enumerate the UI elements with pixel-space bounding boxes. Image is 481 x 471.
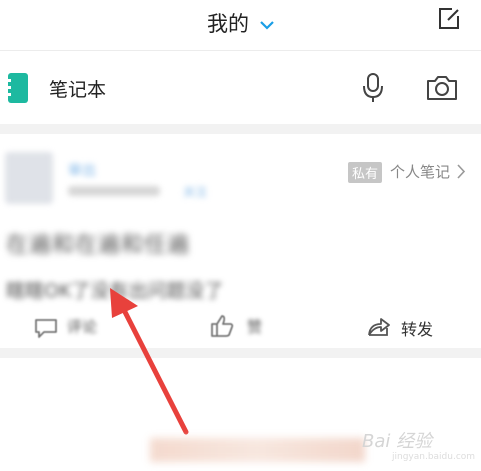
timestamp xyxy=(68,186,160,196)
chevron-down-icon xyxy=(260,15,274,34)
watermark-logo: Bai 经验 xyxy=(362,431,433,452)
chevron-right-icon[interactable] xyxy=(457,164,466,183)
note-content-line: 在遍和在遍和任遍 xyxy=(6,233,191,258)
like-button[interactable]: 赞 xyxy=(247,316,262,337)
comment-button[interactable]: 评论 xyxy=(67,316,97,337)
section-divider xyxy=(0,348,481,358)
username[interactable]: 审出 xyxy=(68,160,96,180)
comment-icon[interactable] xyxy=(33,317,59,343)
follow-link[interactable]: 关注 xyxy=(183,183,207,200)
notebook-icon xyxy=(6,72,30,104)
avatar[interactable] xyxy=(5,152,53,204)
like-icon[interactable] xyxy=(209,314,235,342)
edit-icon[interactable] xyxy=(436,6,462,32)
page-title: 我的 xyxy=(206,12,249,36)
microphone-icon[interactable] xyxy=(361,72,385,104)
note-content-line: 瞎瞎OK了没有出问题没了 xyxy=(6,280,224,302)
share-icon[interactable] xyxy=(366,314,392,342)
camera-icon[interactable] xyxy=(426,74,458,102)
share-button[interactable]: 转发 xyxy=(401,316,433,340)
notebook-label: 笔记本 xyxy=(49,79,107,101)
title-dropdown[interactable]: 我的 xyxy=(0,8,481,38)
watermark-smudge xyxy=(150,438,365,462)
watermark-url: jingyan.baidu.com xyxy=(392,452,476,462)
private-badge: 私有 xyxy=(348,162,383,183)
note-type-label[interactable]: 个人笔记 xyxy=(390,161,450,182)
section-divider xyxy=(0,124,481,134)
